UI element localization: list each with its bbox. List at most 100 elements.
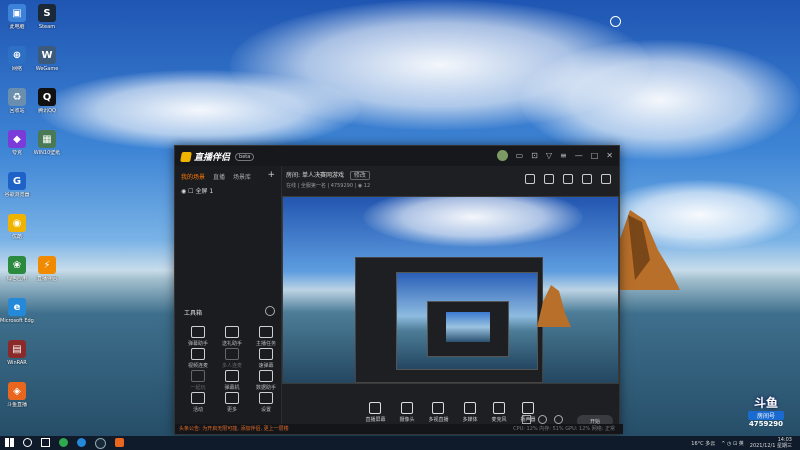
maximize-icon[interactable]: □ — [591, 151, 599, 160]
desktop-icon[interactable]: S Steam — [30, 4, 64, 30]
desktop-icon[interactable]: ▣ 此电脑 — [0, 4, 34, 30]
desktop-icon[interactable]: ♻ 回收站 — [0, 88, 34, 114]
desktop-icon[interactable]: ⊕ 网络 — [0, 46, 34, 72]
bottom-bar-icon — [464, 402, 476, 414]
search-icon[interactable] — [23, 438, 32, 447]
tab-1[interactable]: 直播 — [213, 172, 225, 181]
steam-icon[interactable] — [95, 438, 106, 449]
left-panel: 我的场景 直播 场景库 + ◉ ☐ 全屏 1 工具箱 弹幕助手 送礼助手 主播任务视频连… — [175, 166, 282, 434]
announcement-text[interactable]: 头条公告: 为开启无限可能, 添加伴侣, 更上一层楼 — [179, 426, 289, 432]
edit-room-button[interactable]: 修改 — [349, 171, 370, 180]
nested-preview-deepest — [446, 312, 490, 342]
logo-mark-icon — [180, 151, 192, 162]
message-icon[interactable]: ▭ — [516, 151, 524, 160]
bell-icon[interactable] — [582, 174, 592, 184]
tool-icon — [191, 326, 205, 338]
toolbox-more-icon[interactable] — [265, 306, 275, 316]
tool-label: 更多 — [226, 407, 237, 413]
gift-box-icon[interactable] — [563, 174, 573, 184]
tool-item[interactable]: 数据助手 — [251, 370, 281, 391]
desktop-icon[interactable]: W WeGame — [30, 46, 64, 72]
tray-icons[interactable]: ^ ◷ ⊡ 英 — [721, 440, 744, 447]
tool-label: 一起玩 — [190, 385, 206, 391]
tool-label: 弹幕助手 — [187, 341, 208, 347]
bottom-bar-icon — [432, 402, 445, 414]
desktop-app-icon: ◈ — [8, 382, 26, 400]
avatar[interactable] — [496, 150, 508, 161]
record-toggle-icon[interactable] — [538, 415, 547, 424]
tool-label: 主播任务 — [255, 341, 276, 347]
app-green-icon[interactable] — [59, 438, 68, 447]
desktop-icon-label: WeGame — [35, 66, 59, 72]
scene-item[interactable]: ◉ ☐ 全屏 1 — [181, 186, 213, 195]
gift-icon[interactable]: ⊡ — [531, 151, 538, 160]
cloud — [520, 40, 800, 160]
desktop-app-icon: ⚡ — [38, 256, 56, 274]
toolbox-header: 工具箱 — [184, 310, 203, 317]
tool-item[interactable]: 一起玩 — [183, 370, 213, 391]
tool-item[interactable]: 主播任务 — [251, 326, 281, 347]
desktop-icon[interactable]: e Microsoft Edge — [0, 298, 34, 324]
tool-item[interactable]: 活动 — [183, 392, 213, 413]
close-icon[interactable]: ✕ — [606, 151, 613, 160]
desktop-app-icon: ⊕ — [8, 46, 26, 64]
minimize-icon[interactable]: — — [575, 151, 583, 160]
stream-preview[interactable] — [282, 196, 619, 384]
desktop-app-icon: G — [8, 172, 26, 190]
desktop-icon[interactable]: Q 腾讯QQ — [30, 88, 64, 114]
desktop-icon[interactable]: ◉ 优酷 — [0, 214, 34, 240]
desktop-icon[interactable]: ❀ 绿色应用 — [0, 256, 34, 282]
bottom-bar-label: 多视直播 — [428, 417, 449, 423]
clock[interactable]: 14:03 2021/12/1 星期三 — [750, 437, 792, 449]
desktop-icon[interactable]: ⚡ 直播伴侣 — [30, 256, 64, 282]
desktop-icon-label: 直播伴侣 — [36, 276, 57, 282]
status-bar: 头条公告: 为开启无限可能, 添加伴侣, 更上一层楼 CPU: 12% 内存: … — [175, 424, 623, 434]
tool-item[interactable]: 多人连麦 — [217, 348, 247, 369]
tool-item[interactable]: 送礼助手 — [217, 326, 247, 347]
desktop-icon[interactable]: ▤ WinRAR — [0, 340, 34, 366]
camera-icon[interactable] — [522, 415, 531, 424]
desktop-icon[interactable]: ◆ 夸克 — [0, 130, 34, 156]
desktop-app-icon: ♻ — [8, 88, 26, 106]
desktop-app-icon: W — [38, 46, 56, 64]
tab-0[interactable]: 我的场景 — [181, 172, 205, 181]
tool-icon — [259, 370, 273, 382]
tool-item[interactable]: 弹幕助手 — [183, 326, 213, 347]
task-view-icon[interactable] — [41, 438, 50, 447]
desktop-icon[interactable]: ◈ 斗鱼直播 — [0, 382, 34, 408]
desktop-icon[interactable]: G 谷歌浏览器 — [0, 172, 34, 198]
desktop-app-icon: ❀ — [8, 256, 26, 274]
windows-start-icon[interactable] — [5, 438, 14, 447]
desktop-icon-label: 网络 — [11, 66, 22, 72]
tool-icon — [191, 392, 205, 404]
desktop-app-icon: ◆ — [8, 130, 26, 148]
bottom-bar-label: 直播屏幕 — [365, 417, 386, 423]
tool-item[interactable]: 弹幕机 — [217, 370, 247, 391]
room-word: 房间号 — [748, 411, 784, 420]
desktop-icon-label: 绿色应用 — [6, 276, 27, 282]
cloud — [363, 197, 583, 247]
add-scene-icon[interactable]: + — [267, 170, 275, 180]
desktop-icon-label: 谷歌浏览器 — [4, 192, 30, 198]
scene-tabs: 我的场景 直播 场景库 — [175, 166, 281, 181]
tool-item[interactable]: 速弹幕 — [251, 348, 281, 369]
tool-item[interactable]: 设置 — [251, 392, 281, 413]
app-name: 直播伴侣 — [194, 153, 231, 163]
share-icon[interactable] — [601, 174, 611, 184]
main-panel: 房间: 单人决赛网游戏 修改 在线 | 全服第一名 | 4759290 | ◉ … — [282, 166, 619, 434]
tool-item[interactable]: 视频连麦 — [183, 348, 213, 369]
desktop-icon[interactable]: ▦ WIN10壁纸 — [30, 130, 64, 156]
menu-icon[interactable]: ≡ — [560, 151, 567, 160]
edge-icon[interactable] — [77, 438, 86, 447]
bottom-bar-label: 麦克风 — [491, 417, 507, 423]
room-info: 在线 | 全服第一名 | 4759290 | ◉ 12 — [286, 183, 371, 189]
record-icon[interactable] — [525, 174, 535, 184]
lens-icon[interactable] — [610, 16, 621, 27]
settings-icon[interactable]: ▽ — [546, 151, 552, 160]
weather[interactable]: 16°C 多云 — [691, 440, 715, 447]
tool-item[interactable]: 更多 — [217, 392, 247, 413]
lock-icon[interactable] — [544, 174, 554, 184]
gear-icon[interactable] — [554, 415, 563, 424]
tab-2[interactable]: 场景库 — [233, 172, 251, 181]
douyu-taskbar-icon[interactable] — [115, 438, 124, 447]
